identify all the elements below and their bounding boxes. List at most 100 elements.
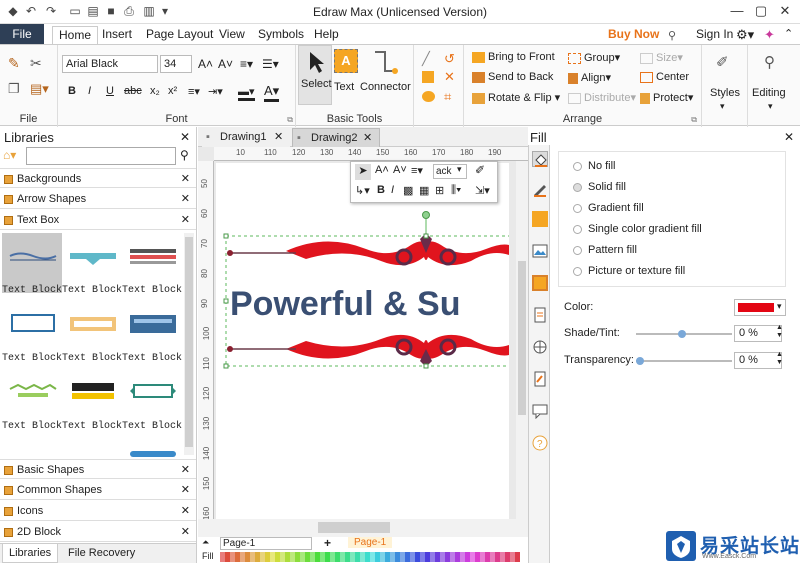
canvas-horizontal-scrollbar[interactable] (198, 519, 528, 537)
library-basic-shapes[interactable]: Basic Shapes ✕ (0, 459, 196, 479)
float-grow-font-icon[interactable]: A˄ (375, 164, 389, 176)
image-panel-icon[interactable] (532, 243, 548, 259)
text-block-item[interactable]: Text Block (2, 233, 62, 296)
library-arrow-shapes[interactable]: Arrow Shapes ✕ (0, 189, 196, 209)
canvas-vertical-scroll-thumb[interactable] (518, 261, 526, 415)
close-backgrounds-icon[interactable]: ✕ (181, 169, 190, 189)
superscript-icon[interactable]: x² (168, 85, 177, 97)
select-tool-button[interactable]: Select (298, 45, 332, 105)
library-scrollbar[interactable] (184, 233, 194, 455)
text-block-item[interactable] (122, 437, 182, 457)
font-color-icon[interactable]: A▾ (264, 83, 280, 102)
library-text-box[interactable]: Text Box ✕ (0, 210, 196, 230)
float-more-icon[interactable]: ⇲▾ (475, 184, 490, 197)
close-libraries-icon[interactable]: ✕ (180, 130, 190, 144)
drawing-page[interactable]: Powerful & Su (216, 163, 512, 529)
layer-panel-icon[interactable] (532, 275, 548, 291)
add-page-icon[interactable]: + (324, 536, 331, 550)
underline-icon[interactable]: U (106, 85, 114, 97)
size-button[interactable]: Size▾ (640, 51, 683, 64)
maximize-icon[interactable]: ▢ (750, 2, 772, 20)
library-scroll-thumb[interactable] (185, 237, 193, 447)
float-connector-icon[interactable]: ↳▾ (355, 184, 370, 197)
subscript-icon[interactable]: x₂ (150, 85, 160, 97)
font-dialog-launcher-icon[interactable]: ⧉ (287, 115, 293, 125)
transparency-spin-icon[interactable]: ▲ ▼ (776, 351, 783, 367)
close-2d-block-icon[interactable]: ✕ (181, 522, 190, 542)
font-name-select[interactable]: Arial Black (62, 55, 158, 73)
text-block-item[interactable]: Text Block (2, 369, 62, 432)
float-distribute-icon[interactable]: ⫼▾ (451, 184, 461, 197)
arrange-dialog-launcher-icon[interactable]: ⧉ (691, 115, 697, 125)
shade-tint-slider-thumb[interactable] (678, 330, 686, 338)
transparency-slider-thumb[interactable] (636, 357, 644, 365)
close-common-shapes-icon[interactable]: ✕ (181, 480, 190, 500)
shadow-panel-icon[interactable] (532, 211, 548, 227)
line-panel-icon[interactable] (532, 181, 548, 197)
text-block-item[interactable]: Text Block (62, 301, 122, 364)
float-brush-icon[interactable]: ✐ (475, 163, 485, 177)
float-align-objects-icon[interactable]: ⊞ (435, 184, 444, 197)
copy-icon[interactable]: ❐ (8, 81, 20, 97)
close-arrow-shapes-icon[interactable]: ✕ (181, 189, 190, 209)
file-recovery-tab[interactable]: File Recovery (66, 544, 137, 563)
text-block-item[interactable]: Text Block (62, 369, 122, 432)
color-picker[interactable]: ▾ (734, 299, 786, 316)
editing-group[interactable]: ⚲ Editing ▾ (748, 45, 800, 127)
tab-view[interactable]: View (213, 26, 251, 44)
close-text-box-icon[interactable]: ✕ (181, 210, 190, 230)
text-tool-label[interactable]: Text (334, 81, 354, 93)
library-2d-block[interactable]: 2D Block ✕ (0, 522, 196, 542)
library-backgrounds[interactable]: Backgrounds ✕ (0, 168, 196, 188)
minimize-icon[interactable]: — (726, 2, 748, 20)
close-drawing1-icon[interactable]: ✕ (274, 128, 283, 146)
library-search-icon[interactable]: ⚲ (180, 148, 189, 162)
transparency-input[interactable]: 0 % (734, 352, 782, 369)
connector-icon[interactable] (372, 49, 398, 75)
bullets-icon[interactable]: ☰▾ (262, 57, 279, 71)
close-drawing2-icon[interactable]: ✕ (363, 129, 372, 147)
shade-tint-input[interactable]: 0 % (734, 325, 782, 342)
fill-panel-icon[interactable] (532, 151, 548, 167)
indent-icon[interactable]: ⇥▾ (208, 85, 223, 98)
shade-tint-spin-icon[interactable]: ▲ ▼ (776, 324, 783, 340)
libraries-bottom-tab[interactable]: Libraries (2, 544, 59, 563)
group-button[interactable]: Group▾ (568, 51, 620, 64)
close-icons-icon[interactable]: ✕ (181, 501, 190, 521)
text-block-item[interactable]: Text Block (122, 233, 182, 296)
text-tool-icon[interactable]: A (334, 49, 358, 73)
library-home-icon[interactable]: ⌂▾ (3, 148, 16, 162)
tab-drawing2[interactable]: ▪ Drawing2 ✕ (292, 128, 380, 147)
close-basic-shapes-icon[interactable]: ✕ (181, 460, 190, 480)
tab-insert[interactable]: Insert (96, 26, 138, 44)
float-select-icon[interactable]: ➤ (355, 164, 371, 180)
float-italic-icon[interactable]: I (391, 184, 394, 196)
fill-option-solid-fill[interactable]: Solid fill (573, 181, 626, 193)
tab-page-layout[interactable]: Page Layout (140, 26, 219, 44)
current-page-select[interactable]: Page-1 (220, 537, 312, 550)
hyperlink-panel-icon[interactable] (532, 371, 548, 387)
tab-home[interactable]: Home (52, 26, 99, 44)
crop-icon[interactable]: ⌗ (444, 89, 451, 105)
canvas-text[interactable]: Powerful & Su (230, 285, 460, 323)
align-text-icon[interactable]: ≡▾ (188, 85, 200, 98)
fill-option-pattern-fill[interactable]: Pattern fill (573, 244, 637, 256)
tab-drawing1[interactable]: ▪ Drawing1 ✕ (202, 128, 290, 147)
close-fill-panel-icon[interactable]: ✕ (784, 130, 794, 144)
library-search-input[interactable] (26, 147, 176, 165)
library-common-shapes[interactable]: Common Shapes ✕ (0, 480, 196, 500)
float-align-icon[interactable]: ≡▾ (411, 164, 423, 177)
help-panel-icon[interactable]: ? (532, 435, 548, 451)
buy-now-link[interactable]: Buy Now (602, 26, 665, 44)
collapse-ribbon-icon[interactable]: ⌃ (784, 27, 793, 40)
float-arrange-icon[interactable]: ▦ (419, 184, 429, 197)
italic-icon[interactable]: I (88, 85, 91, 97)
palette-swatches[interactable] (220, 552, 520, 562)
font-size-select[interactable]: 34 (160, 55, 192, 73)
line-spacing-icon[interactable]: ≡▾ (240, 57, 253, 71)
close-window-icon[interactable]: ✕ (774, 2, 796, 20)
distribute-button[interactable]: Distribute▾ (568, 91, 636, 104)
fill-option-gradient-fill[interactable]: Gradient fill (573, 202, 644, 214)
line-icon[interactable]: ╱ (422, 51, 430, 67)
rotate-flip-button[interactable]: Rotate & Flip ▾ (472, 91, 560, 104)
